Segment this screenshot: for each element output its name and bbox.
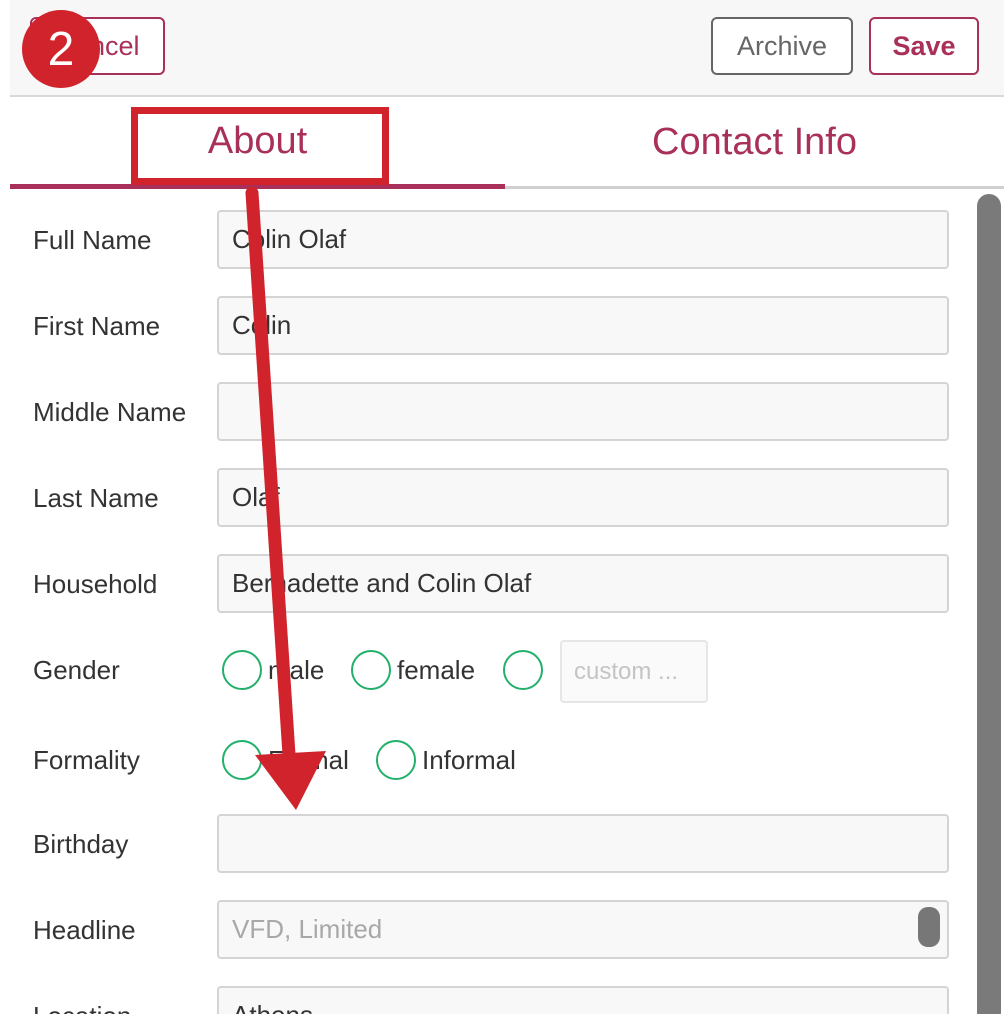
formality-option-informal[interactable]: Informal [376,740,516,780]
birthday-label: Birthday [33,829,129,859]
formality-label: Formality [33,745,140,775]
household-field[interactable]: Bernadette and Colin Olaf [217,554,949,613]
full-name-field[interactable]: Colin Olaf [217,210,949,269]
middle-name-label: Middle Name [33,397,187,427]
gender-option-male[interactable]: male [222,650,324,690]
top-toolbar: Cancel Archive Save [10,0,1004,97]
gender-male-label: male [268,654,325,685]
formality-option-formal[interactable]: Formal [222,740,349,780]
location-field[interactable]: Athens [217,986,949,1014]
gender-female-label: female [397,654,476,685]
household-label: Household [33,569,158,599]
step-number-badge: 2 [22,10,100,88]
first-name-field[interactable]: Colin [217,296,949,355]
gender-custom-radio[interactable] [503,650,543,690]
tab-about[interactable]: About [10,99,505,189]
tab-contact-info[interactable]: Contact Info [505,99,1004,189]
formality-formal-radio[interactable] [222,740,262,780]
formality-informal-radio[interactable] [376,740,416,780]
archive-button[interactable]: Archive [711,17,853,75]
first-name-label: First Name [33,311,161,341]
last-name-field[interactable]: Olaf [217,468,949,527]
gender-female-radio[interactable] [351,650,391,690]
gender-custom-input[interactable]: custom ... [560,640,708,703]
scrollbar[interactable] [977,194,1001,1014]
textarea-resize-grip[interactable] [918,907,940,947]
about-form: Full Name Colin Olaf First Name Colin Mi… [0,190,975,1014]
headline-label: Headline [33,915,136,945]
gender-option-custom[interactable] [503,650,543,690]
formality-formal-label: Formal [268,744,349,775]
birthday-field[interactable] [217,814,949,873]
location-label: Location [33,1001,131,1014]
full-name-label: Full Name [33,225,152,255]
contact-edit-page: Cancel Archive Save 2 About Contact Info… [0,0,1004,1014]
middle-name-field[interactable] [217,382,949,441]
tab-bar: About Contact Info [10,99,1004,189]
formality-informal-label: Informal [422,744,516,775]
save-button[interactable]: Save [869,17,979,75]
gender-label: Gender [33,655,120,685]
last-name-label: Last Name [33,483,159,513]
gender-option-female[interactable]: female [351,650,475,690]
gender-male-radio[interactable] [222,650,262,690]
headline-field[interactable]: VFD, Limited [217,900,949,959]
